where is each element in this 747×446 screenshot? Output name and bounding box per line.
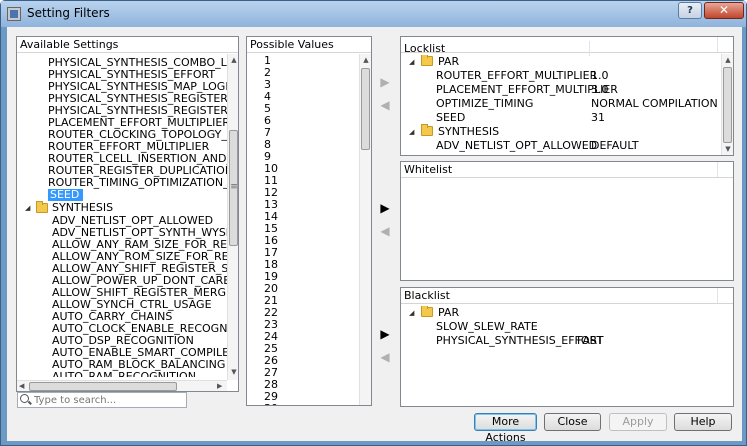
blacklist-value: FAST bbox=[577, 334, 604, 347]
title-bar[interactable]: Setting Filters ? ✕ bbox=[1, 1, 746, 27]
title-help-button[interactable]: ? bbox=[678, 2, 702, 19]
scroll-up-arrow-icon[interactable]: ▲ bbox=[722, 54, 733, 66]
locklist-tree: ◢ PAR ROUTER_EFFORT_MULTIPLIER 1.0 PLACEMENT… bbox=[401, 55, 721, 155]
locklist-group-label: SYNTHESIS bbox=[438, 125, 500, 138]
setting-name: SEED bbox=[48, 189, 84, 201]
locklist-title: Locklist bbox=[404, 41, 590, 56]
table-row[interactable]: OPTIMIZE_TIMING NORMAL COMPILATION bbox=[401, 97, 721, 111]
scroll-thumb[interactable] bbox=[29, 382, 177, 391]
folder-icon bbox=[36, 201, 48, 213]
list-item[interactable]: AUTO_RAM_RECOGNITION bbox=[17, 370, 227, 378]
app-icon bbox=[7, 7, 21, 21]
available-settings-hscroll[interactable]: ◀ ▶ bbox=[17, 380, 227, 391]
more-actions-button[interactable]: More Actions bbox=[474, 413, 537, 444]
group-label: SYNTHESIS bbox=[52, 201, 114, 214]
search-input[interactable] bbox=[34, 394, 182, 407]
list-item[interactable]: ROUTER_TIMING_OPTIMIZATION_LEVEL bbox=[17, 177, 227, 189]
table-row[interactable]: ADV_NETLIST_OPT_ALLOWED DEFAULT bbox=[401, 139, 721, 153]
setting-filters-window: Setting Filters ? ✕ Available Settings P… bbox=[0, 0, 747, 446]
expand-arrow-icon[interactable]: ◢ bbox=[409, 306, 414, 320]
setting-name: AUTO_RAM_RECOGNITION bbox=[52, 370, 196, 378]
value-label: 30 bbox=[264, 403, 278, 406]
possible-values-panel: Possible Values 1 2 3 4 5 6 7 8 9 10 11 12 13 14 15 16 1… bbox=[246, 36, 372, 406]
table-row[interactable]: PLACEMENT_EFFORT_MULTIPLIER 3.0 bbox=[401, 83, 721, 97]
window-title: Setting Filters bbox=[27, 6, 110, 20]
help-button[interactable]: Help bbox=[674, 413, 732, 431]
blacklist-group-label: PAR bbox=[438, 306, 460, 319]
table-row[interactable]: SEED 31 bbox=[401, 111, 721, 125]
scroll-right-arrow-icon[interactable]: ▶ bbox=[217, 381, 222, 391]
scroll-down-arrow-icon[interactable]: ▼ bbox=[722, 143, 733, 155]
expand-arrow-icon[interactable]: ◢ bbox=[25, 202, 30, 214]
list-item[interactable]: ◢ PAR bbox=[401, 55, 721, 69]
locklist-value: NORMAL COMPILATION bbox=[591, 97, 718, 110]
expand-arrow-icon[interactable]: ◢ bbox=[409, 125, 414, 139]
folder-icon bbox=[421, 55, 433, 66]
table-row[interactable]: PHYSICAL_SYNTHESIS_EFFORT FAST bbox=[401, 334, 731, 348]
locklist-value: 31 bbox=[591, 111, 605, 124]
scroll-up-arrow-icon[interactable]: ▲ bbox=[228, 54, 238, 66]
blacklist-tree: ◢ PAR SLOW_SLEW_RATE PHYSICAL_SYNTHESIS_E… bbox=[401, 306, 731, 406]
list-item[interactable]: ◢ SYNTHESIS bbox=[17, 201, 227, 214]
locklist-setting: ADV_NETLIST_OPT_ALLOWED bbox=[436, 139, 598, 152]
available-settings-vscroll[interactable]: ▲ ≡ ▼ bbox=[227, 54, 238, 380]
whitelist-panel: Whitelist bbox=[400, 161, 734, 281]
add-to-whitelist-arrow-icon[interactable]: ▶ bbox=[379, 201, 391, 215]
locklist-panel: Locklist ◢ PAR ROUTER_EFFORT_MULTIPLIER 1.0… bbox=[400, 36, 734, 156]
list-item[interactable]: 30 bbox=[247, 403, 359, 406]
list-item[interactable]: SEED bbox=[17, 189, 227, 201]
scroll-thumb[interactable] bbox=[723, 67, 732, 143]
locklist-setting: SEED bbox=[436, 111, 466, 124]
window-close-button[interactable]: ✕ bbox=[704, 2, 744, 19]
table-row[interactable]: ROUTER_EFFORT_MULTIPLIER 1.0 bbox=[401, 69, 721, 83]
locklist-header: Locklist bbox=[401, 37, 733, 56]
blacklist-setting: SLOW_SLEW_RATE bbox=[436, 320, 538, 333]
folder-icon bbox=[421, 124, 433, 136]
add-to-locklist-arrow-icon[interactable]: ▶ bbox=[379, 75, 391, 89]
locklist-vscroll[interactable]: ▲ ▼ bbox=[721, 54, 733, 155]
folder-icon bbox=[421, 306, 433, 317]
whitelist-header: Whitelist bbox=[401, 162, 733, 178]
locklist-setting: SYNTHESIS_SEED bbox=[436, 153, 532, 155]
available-settings-tree: PHYSICAL_SYNTHESIS_COMBO_LOGIC_FOPHYSICA… bbox=[17, 57, 227, 377]
possible-values-title: Possible Values bbox=[250, 38, 334, 51]
available-settings-header: Available Settings bbox=[17, 37, 238, 53]
possible-values-header: Possible Values bbox=[247, 37, 371, 53]
list-item[interactable]: ◢ PAR bbox=[401, 306, 731, 320]
blacklist-title: Blacklist bbox=[404, 288, 718, 303]
blacklist-panel: Blacklist ◢ PAR SLOW_SLEW_RATE PHYSICAL_S… bbox=[400, 287, 734, 407]
locklist-setting: OPTIMIZE_TIMING bbox=[436, 97, 534, 110]
expand-arrow-icon[interactable]: ◢ bbox=[409, 55, 414, 69]
whitelist-title: Whitelist bbox=[404, 162, 718, 177]
locklist-group-label: PAR bbox=[438, 55, 460, 68]
table-row[interactable]: SLOW_SLEW_RATE bbox=[401, 320, 731, 334]
search-box[interactable] bbox=[17, 392, 187, 408]
remove-from-blacklist-arrow-icon[interactable]: ◀ bbox=[379, 350, 391, 364]
locklist-value: 1.0 bbox=[591, 69, 609, 82]
search-icon bbox=[20, 394, 29, 403]
scroll-thumb[interactable] bbox=[361, 68, 370, 150]
scroll-left-arrow-icon[interactable]: ◀ bbox=[19, 381, 24, 391]
locklist-value: 3.0 bbox=[591, 83, 609, 96]
list-item[interactable]: ◢ SYNTHESIS bbox=[401, 124, 721, 139]
add-to-blacklist-arrow-icon[interactable]: ▶ bbox=[379, 327, 391, 341]
possible-values-list: 1 2 3 4 5 6 7 8 9 10 11 12 13 14 15 16 17 18 19 20 21 22 23 24 2… bbox=[247, 55, 359, 406]
possible-values-vscroll[interactable]: ▲ bbox=[359, 54, 371, 405]
available-settings-panel: Available Settings PHYSICAL_SYNTHESIS_CO… bbox=[16, 36, 239, 392]
table-row[interactable]: SYNTHESIS_SEED 31 bbox=[401, 153, 721, 155]
apply-button[interactable]: Apply bbox=[609, 413, 667, 431]
remove-from-locklist-arrow-icon[interactable]: ◀ bbox=[379, 98, 391, 112]
scroll-down-arrow-icon[interactable]: ▼ bbox=[228, 366, 238, 378]
available-settings-title: Available Settings bbox=[20, 38, 119, 51]
scroll-up-arrow-icon[interactable]: ▲ bbox=[360, 54, 371, 66]
blacklist-header: Blacklist bbox=[401, 288, 733, 304]
locklist-value: 31 bbox=[591, 153, 605, 155]
locklist-value: DEFAULT bbox=[591, 139, 639, 152]
dialog-body: Available Settings PHYSICAL_SYNTHESIS_CO… bbox=[7, 27, 742, 444]
locklist-setting: ROUTER_EFFORT_MULTIPLIER bbox=[436, 69, 598, 82]
remove-from-whitelist-arrow-icon[interactable]: ◀ bbox=[379, 224, 391, 238]
scroll-grip-icon: ≡ bbox=[230, 182, 238, 192]
locklist-value-column bbox=[590, 37, 718, 52]
close-button[interactable]: Close bbox=[544, 413, 601, 431]
